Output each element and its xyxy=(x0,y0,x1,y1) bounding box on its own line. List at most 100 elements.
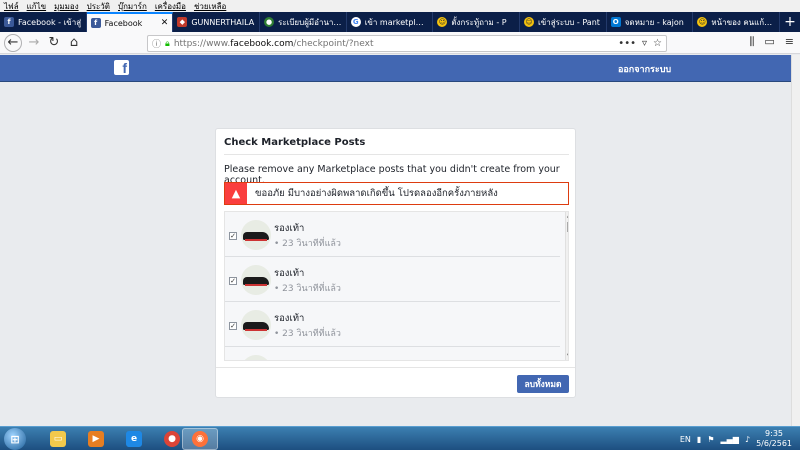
tab-pantip-page[interactable]: ☺ หน้าของ คนแก้ปัญ xyxy=(693,12,781,32)
outlook-icon: O xyxy=(610,17,621,27)
library-icon[interactable]: ⫼ xyxy=(749,35,754,49)
back-button[interactable]: ← xyxy=(4,33,22,52)
facebook-icon: f xyxy=(90,18,101,28)
taskbar-media-player[interactable]: ▶ xyxy=(78,428,114,450)
url-path: /checkpoint/?next xyxy=(293,38,374,49)
reload-button[interactable]: ↻ xyxy=(44,33,64,53)
taskbar-firefox[interactable]: ◉ xyxy=(182,428,218,450)
facebook-logo[interactable]: f xyxy=(114,60,129,75)
internet-explorer-icon: e xyxy=(126,431,142,447)
info-icon[interactable]: ⓘ xyxy=(152,37,161,50)
forward-button[interactable]: → xyxy=(24,33,44,53)
volume-icon[interactable]: ♪ xyxy=(745,435,750,444)
folder-icon: ▭ xyxy=(50,431,66,447)
list-item: ✓ รองเท้า • 23 วินาทีที่แล้ว xyxy=(225,257,560,302)
post-list: ✓ รองเท้า • 23 วินาทีที่แล้ว ✓ รองเท้า •… xyxy=(224,211,569,361)
divider xyxy=(216,367,575,368)
navigation-bar: ← → ↻ ⌂ ⓘ 🔒︎ https://www. facebook.com/ch… xyxy=(0,32,800,54)
list-item-partial xyxy=(225,347,560,360)
tab-facebook[interactable]: f Facebook ✕ xyxy=(86,12,174,32)
url-bar[interactable]: ⓘ 🔒︎ https://www. facebook.com/checkpoint… xyxy=(147,35,667,52)
close-icon[interactable]: ✕ xyxy=(161,18,169,28)
url-scheme: https://www. xyxy=(173,38,231,49)
divider xyxy=(224,154,569,155)
taskbar-ie[interactable]: e xyxy=(116,428,152,450)
post-title: รองเท้า xyxy=(274,223,305,234)
pocket-icon[interactable]: ▿ xyxy=(642,38,647,49)
smiley-icon: ☺ xyxy=(437,17,448,27)
logout-link[interactable]: ออกจากระบบ xyxy=(618,62,671,76)
bookmark-star-icon[interactable]: ☆ xyxy=(653,38,662,49)
tab-label: ตั้งกระทู้ถาม - P xyxy=(451,17,507,27)
sidebar-icon[interactable]: ▭ xyxy=(764,35,774,49)
menu-file[interactable]: ไฟล์ xyxy=(4,0,19,13)
menu-bar: ไฟล์ แก้ไข มุมมอง ประวัติ บุ๊กมาร์ก เครื… xyxy=(0,0,800,12)
media-player-icon: ▶ xyxy=(88,431,104,447)
globe-icon: ● xyxy=(264,17,275,27)
tab-label: เข้าสู่ระบบ - Pant xyxy=(538,17,600,27)
post-title: รองเท้า xyxy=(274,313,305,324)
smiley-icon: ☺ xyxy=(524,17,535,27)
tab-label: เข้า marketplace xyxy=(364,17,429,27)
facebook-icon: f xyxy=(4,17,14,27)
tab-label: จดหมาย - kajon xyxy=(624,17,684,27)
clock-date: 5/6/2561 xyxy=(756,439,792,448)
menu-history[interactable]: ประวัติ xyxy=(87,0,110,13)
hamburger-menu-icon[interactable]: ≡ xyxy=(785,35,794,49)
list-item: ✓ รองเท้า • 23 วินาทีที่แล้ว xyxy=(225,212,560,257)
scroll-down-icon[interactable]: ▼ xyxy=(567,353,568,359)
tab-mail[interactable]: O จดหมาย - kajon xyxy=(607,12,694,32)
clock[interactable]: 9:35 5/6/2561 xyxy=(756,429,792,449)
facebook-header: f ออกจากระบบ xyxy=(0,55,800,82)
post-checkbox[interactable]: ✓ xyxy=(229,232,237,240)
firefox-icon: ◉ xyxy=(192,431,208,447)
tab-label: หน้าของ คนแก้ปัญ xyxy=(711,17,776,27)
post-thumbnail xyxy=(241,310,271,340)
language-indicator[interactable]: EN xyxy=(680,435,691,444)
post-time: • 23 วินาทีที่แล้ว xyxy=(274,329,341,339)
signal-icon[interactable]: ▂▄▆ xyxy=(720,435,738,444)
list-item: ✓ รองเท้า • 23 วินาทีที่แล้ว xyxy=(225,302,560,347)
scrollbar-thumb[interactable] xyxy=(567,222,568,232)
list-scrollbar[interactable]: ▲ ▼ xyxy=(565,212,568,360)
error-text: ขออภัย มีบางอย่างผิดพลาดเกิดขึ้น โปรดลอง… xyxy=(255,188,498,199)
menu-view[interactable]: มุมมอง xyxy=(54,0,79,13)
tab-google-search[interactable]: G เข้า marketplace xyxy=(347,12,434,32)
smiley-icon: ☺ xyxy=(697,17,708,27)
tab-pantip-login[interactable]: ☺ เข้าสู่ระบบ - Pant xyxy=(520,12,607,32)
dialog-title: Check Marketplace Posts xyxy=(224,137,366,148)
post-thumbnail xyxy=(241,265,271,295)
menu-bookmarks[interactable]: บุ๊กมาร์ก xyxy=(118,0,147,13)
start-button[interactable]: ⊞ xyxy=(4,428,26,450)
post-title: รองเท้า xyxy=(274,268,305,279)
taskbar: ⊞ ▭ ▶ e ● ◉ EN ▮ ⚑ ▂▄▆ ♪ 9:35 5/6/2561 xyxy=(0,426,800,450)
flag-icon[interactable]: ⚑ xyxy=(707,435,714,444)
post-checkbox[interactable]: ✓ xyxy=(229,277,237,285)
lock-icon: 🔒︎ xyxy=(165,38,170,49)
network-icon[interactable]: ▮ xyxy=(697,435,701,444)
tab-gunnerthai[interactable]: ◆ GUNNERTHAILA xyxy=(173,12,261,32)
delete-all-button[interactable]: ลบทั้งหมด xyxy=(517,375,569,393)
tab-pantip-question[interactable]: ☺ ตั้งกระทู้ถาม - P xyxy=(433,12,521,32)
tab-facebook-login[interactable]: f Facebook - เข้าสู่ xyxy=(0,12,87,32)
post-thumbnail xyxy=(241,220,271,250)
tab-label: Facebook - เข้าสู่ xyxy=(18,17,82,27)
scroll-up-icon[interactable]: ▲ xyxy=(567,213,568,219)
post-checkbox[interactable]: ✓ xyxy=(229,322,237,330)
tab-label: GUNNERTHAILA xyxy=(191,17,255,27)
shield-icon: ◆ xyxy=(177,17,188,27)
menu-edit[interactable]: แก้ไข xyxy=(27,0,47,13)
home-button[interactable]: ⌂ xyxy=(64,33,84,53)
menu-tools[interactable]: เครื่องมือ xyxy=(155,0,186,13)
post-time: • 23 วินาทีที่แล้ว xyxy=(274,239,341,249)
taskbar-explorer[interactable]: ▭ xyxy=(40,428,76,450)
page-actions-icon[interactable]: ••• xyxy=(618,38,636,49)
tab-regulation[interactable]: ● ระเบียบผู้มีอำนาจส่ง xyxy=(260,12,347,32)
menu-help[interactable]: ช่วยเหลือ xyxy=(194,0,226,13)
url-host: facebook.com xyxy=(230,38,294,49)
post-thumbnail xyxy=(241,355,271,360)
post-time: • 23 วินาทีที่แล้ว xyxy=(274,284,341,294)
error-message: ▲ ขออภัย มีบางอย่างผิดพลาดเกิดขึ้น โปรดล… xyxy=(224,182,569,205)
page-scrollbar[interactable] xyxy=(791,55,800,426)
new-tab-button[interactable]: + xyxy=(780,12,800,32)
